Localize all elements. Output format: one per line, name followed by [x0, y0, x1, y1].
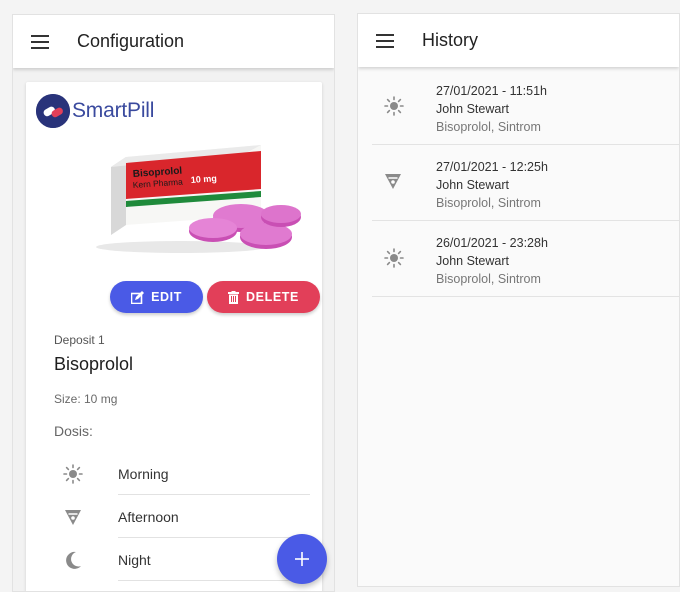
history-user: John Stewart — [436, 254, 509, 268]
product-image: Bisoprolol Kern Pharma 10 mg — [96, 145, 301, 253]
list-item[interactable]: 27/01/2021 - 11:51h John Stewart Bisopro… — [372, 69, 679, 145]
delete-button[interactable]: DELETE — [207, 281, 320, 313]
edit-button-label: EDIT — [151, 290, 182, 304]
menu-button[interactable] — [13, 15, 63, 68]
edit-icon — [131, 290, 145, 304]
app-bar: Configuration — [13, 15, 334, 68]
dose-label: Morning — [118, 466, 169, 482]
trash-icon — [228, 290, 240, 304]
sun-icon — [384, 96, 404, 121]
edit-button[interactable]: EDIT — [110, 281, 203, 313]
history-user: John Stewart — [436, 102, 509, 116]
history-date: 27/01/2021 - 12:25h — [436, 160, 548, 174]
divider — [118, 580, 310, 581]
afternoon-icon — [54, 508, 92, 526]
deposit-label: Deposit 1 — [54, 333, 105, 347]
sun-icon — [54, 464, 92, 484]
dose-row-morning[interactable]: Morning — [54, 453, 322, 495]
moon-icon — [54, 550, 92, 570]
add-button[interactable] — [277, 534, 327, 584]
dose-label: Night — [118, 552, 151, 568]
box-dose: 10 mg — [190, 173, 217, 185]
menu-button[interactable] — [358, 14, 408, 67]
size-label: Size: 10 mg — [54, 392, 118, 406]
history-list: 27/01/2021 - 11:51h John Stewart Bisopro… — [358, 69, 679, 297]
plus-icon — [295, 552, 309, 566]
delete-button-label: DELETE — [246, 290, 299, 304]
afternoon-icon — [384, 172, 402, 195]
list-item[interactable]: 26/01/2021 - 23:28h John Stewart Bisopro… — [372, 221, 679, 297]
page-title: Configuration — [77, 31, 185, 51]
drug-name: Bisoprolol — [54, 354, 134, 374]
pill-card: SmartPill Bisoprolol Kern Pharma 10 mg E… — [26, 82, 322, 591]
page-title: History — [422, 30, 479, 50]
divider — [118, 537, 310, 538]
hamburger-menu-icon — [376, 33, 394, 48]
sun-icon — [384, 248, 404, 273]
configuration-screen: Configuration SmartPill Bisoprolol Kern … — [12, 14, 335, 592]
logo-text: SmartPill — [72, 99, 155, 122]
history-meds: Bisoprolol, Sintrom — [436, 196, 541, 210]
logo-mark — [36, 94, 70, 128]
list-item[interactable]: 27/01/2021 - 12:25h John Stewart Bisopro… — [372, 145, 679, 221]
smartpill-logo: SmartPill — [36, 94, 154, 128]
dose-label: Afternoon — [118, 509, 179, 525]
history-date: 26/01/2021 - 23:28h — [436, 236, 548, 250]
history-date: 27/01/2021 - 11:51h — [436, 84, 547, 98]
history-meds: Bisoprolol, Sintrom — [436, 272, 541, 286]
dosis-label: Dosis: — [54, 423, 93, 439]
hamburger-menu-icon — [31, 34, 49, 49]
app-bar: History — [358, 14, 679, 67]
history-screen: History 27/01/2021 - 11:51h John Stewart… — [357, 13, 680, 587]
dose-row-afternoon[interactable]: Afternoon — [54, 496, 322, 538]
divider — [118, 494, 310, 495]
history-user: John Stewart — [436, 178, 509, 192]
history-meds: Bisoprolol, Sintrom — [436, 120, 541, 134]
